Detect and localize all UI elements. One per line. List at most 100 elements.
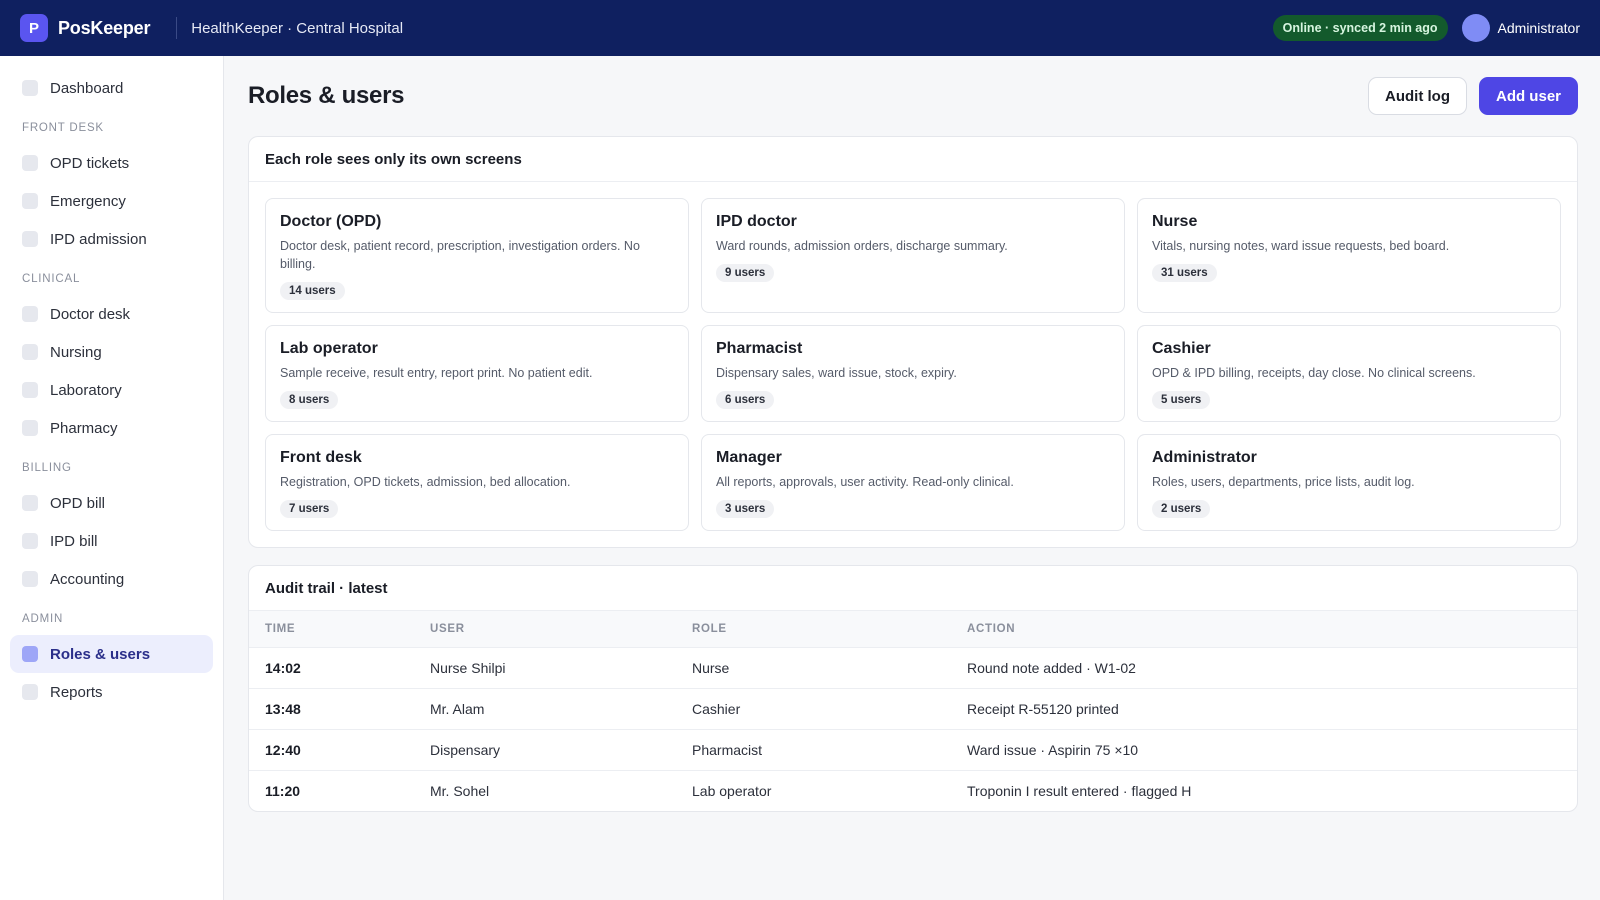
sidebar-item-pharmacy[interactable]: Pharmacy: [10, 409, 213, 447]
roles-card-title: Each role sees only its own screens: [249, 137, 1577, 182]
sidebar-item-label: Emergency: [50, 192, 126, 210]
sidebar-item-label: IPD admission: [50, 230, 147, 248]
role-description: Dispensary sales, ward issue, stock, exp…: [716, 366, 957, 380]
role-tile-nurse[interactable]: Nurse Vitals, nursing notes, ward issue …: [1137, 198, 1561, 313]
role-tile-ipd-doctor[interactable]: IPD doctor Ward rounds, admission orders…: [701, 198, 1125, 313]
role-tile-administrator[interactable]: Administrator Roles, users, departments,…: [1137, 434, 1561, 531]
sidebar-item-label: OPD tickets: [50, 154, 130, 172]
column-header-action[interactable]: Action: [951, 611, 1577, 648]
cell-time: 14:02: [249, 647, 414, 689]
cell-action: Troponin I result entered · flagged H: [967, 782, 1192, 799]
audit-log-button[interactable]: Audit log: [1368, 77, 1467, 115]
sidebar-item-ipd-admission[interactable]: IPD admission: [10, 220, 213, 258]
nursing-icon: [22, 344, 38, 360]
audit-table: Time User Role Action 14:02 Nurse Shilpi…: [249, 611, 1577, 811]
user-menu[interactable]: Administrator: [1498, 20, 1580, 36]
page-title: Roles & users: [248, 82, 405, 109]
sidebar-item-roles-users[interactable]: Roles & users: [10, 635, 213, 673]
role-name: Lab operator: [280, 340, 378, 357]
cell-user: Mr. Alam: [414, 688, 676, 730]
cell-time: 11:20: [265, 782, 301, 799]
users-icon: [22, 646, 38, 662]
sidebar-item-label: Roles & users: [50, 645, 151, 663]
role-user-count: 2 users: [1152, 500, 1211, 518]
report-icon: [22, 684, 38, 700]
sidebar-section-front-desk: Front desk: [22, 122, 104, 134]
table-row[interactable]: 13:48 Mr. Alam Cashier Receipt R-55120 p…: [249, 688, 1577, 730]
sidebar-item-dashboard[interactable]: Dashboard: [10, 69, 213, 107]
sidebar-item-label: OPD bill: [50, 494, 106, 512]
sidebar-item-label: Laboratory: [50, 381, 122, 399]
sidebar-item-laboratory[interactable]: Laboratory: [10, 371, 213, 409]
role-description: OPD & IPD billing, receipts, day close. …: [1152, 366, 1476, 380]
role-name: IPD doctor: [716, 213, 797, 230]
role-user-count: 9 users: [716, 264, 775, 282]
role-user-count: 31 users: [1152, 264, 1217, 282]
sidebar: Dashboard Front desk OPD tickets Emergen…: [0, 56, 224, 900]
main-content: Roles & users Audit log Add user Each ro…: [248, 56, 1578, 812]
receipt-icon: [22, 495, 38, 511]
sidebar-item-ipd-bill[interactable]: IPD bill: [10, 522, 213, 560]
role-name: Nurse: [1152, 213, 1198, 230]
dashboard-icon: [22, 80, 38, 96]
brand-name: PosKeeper: [58, 17, 151, 38]
sync-status-badge: Online · synced 2 min ago: [1272, 15, 1448, 41]
sidebar-item-opd-tickets[interactable]: OPD tickets: [10, 144, 213, 182]
add-user-button[interactable]: Add user: [1478, 77, 1578, 115]
role-grid: Doctor (OPD) Doctor desk, patient record…: [249, 182, 1577, 547]
sidebar-item-opd-bill[interactable]: OPD bill: [10, 484, 213, 522]
roles-card: Each role sees only its own screens Doct…: [248, 136, 1578, 548]
role-user-count: 3 users: [716, 500, 775, 518]
table-row[interactable]: 14:02 Nurse Shilpi Nurse Round note adde…: [249, 647, 1577, 689]
top-bar: P PosKeeper HealthKeeper · Central Hospi…: [0, 0, 1600, 56]
audit-trail-title: Audit trail · latest: [249, 566, 1577, 611]
role-description: Ward rounds, admission orders, discharge…: [716, 239, 1008, 253]
cell-user: Nurse Shilpi: [414, 647, 676, 689]
page-header: Roles & users Audit log Add user: [248, 56, 1578, 136]
role-user-count: 14 users: [280, 282, 345, 300]
role-description: Doctor desk, patient record, prescriptio…: [280, 239, 640, 271]
role-name: Cashier: [1152, 340, 1211, 357]
role-tile-cashier[interactable]: Cashier OPD & IPD billing, receipts, day…: [1137, 325, 1561, 422]
table-row[interactable]: 12:40 Dispensary Pharmacist Ward issue ·…: [249, 729, 1577, 771]
role-user-count: 7 users: [280, 500, 339, 518]
role-user-count: 6 users: [716, 391, 775, 409]
facility-name: HealthKeeper · Central Hospital: [191, 19, 404, 37]
sidebar-item-reports[interactable]: Reports: [10, 673, 213, 711]
role-user-count: 8 users: [280, 391, 339, 409]
role-tile-pharmacist[interactable]: Pharmacist Dispensary sales, ward issue,…: [701, 325, 1125, 422]
column-header-user[interactable]: User: [414, 611, 676, 648]
sidebar-item-doctor-desk[interactable]: Doctor desk: [10, 295, 213, 333]
invoice-icon: [22, 533, 38, 549]
role-name: Administrator: [1152, 449, 1257, 466]
sidebar-item-accounting[interactable]: Accounting: [10, 560, 213, 598]
cell-action: Round note added · W1-02: [951, 647, 1577, 689]
role-tile-manager[interactable]: Manager All reports, approvals, user act…: [701, 434, 1125, 531]
audit-trail-card: Audit trail · latest Time User Role Acti…: [248, 565, 1578, 812]
sidebar-item-label: IPD bill: [50, 532, 98, 550]
user-avatar[interactable]: [1461, 14, 1490, 42]
sidebar-item-nursing[interactable]: Nursing: [10, 333, 213, 371]
cell-role: Pharmacist: [676, 729, 951, 771]
column-header-role[interactable]: Role: [676, 611, 951, 648]
sidebar-item-emergency[interactable]: Emergency: [10, 182, 213, 220]
cell-role: Cashier: [676, 688, 951, 730]
table-row[interactable]: 11:20 Mr. Sohel Lab operator Troponin I …: [249, 770, 1577, 811]
role-tile-lab-operator[interactable]: Lab operator Sample receive, result entr…: [265, 325, 689, 422]
app-logo-icon[interactable]: P: [20, 14, 48, 42]
role-name: Pharmacist: [716, 340, 803, 357]
role-tile-doctor-opd[interactable]: Doctor (OPD) Doctor desk, patient record…: [265, 198, 689, 313]
role-user-count: 5 users: [1152, 391, 1211, 409]
emergency-icon: [22, 193, 38, 209]
sidebar-item-label: Pharmacy: [50, 419, 118, 437]
cell-time: 12:40: [249, 729, 414, 771]
top-divider: [176, 17, 178, 39]
column-header-time[interactable]: Time: [249, 611, 414, 648]
ticket-icon: [22, 155, 38, 171]
sidebar-section-admin: Admin: [22, 613, 64, 625]
role-name: Front desk: [280, 449, 362, 466]
sidebar-item-label: Accounting: [50, 570, 125, 588]
sidebar-section-clinical: Clinical: [22, 273, 81, 285]
role-tile-front-desk[interactable]: Front desk Registration, OPD tickets, ad…: [265, 434, 689, 531]
role-name: Manager: [716, 449, 782, 466]
